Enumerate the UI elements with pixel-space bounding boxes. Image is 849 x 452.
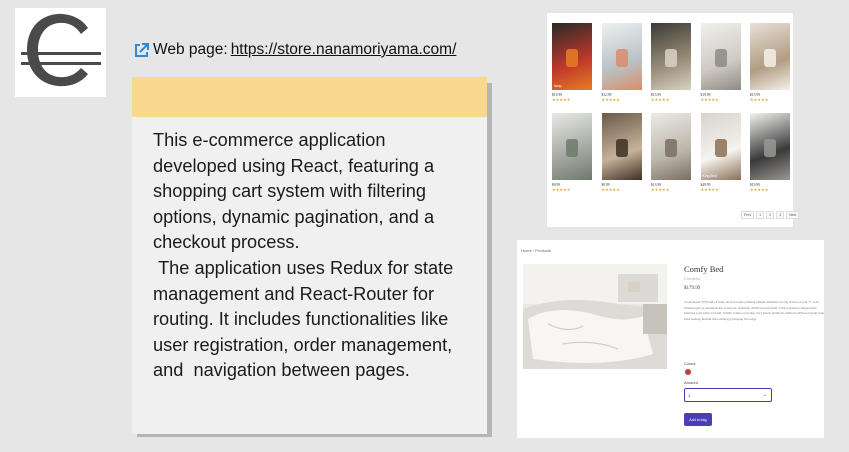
amount-value: 1 — [688, 393, 691, 398]
pagination: Prev 1 2 3 Next — [741, 211, 800, 219]
product-card[interactable]: lamp $19.99 ★★★★★ — [552, 23, 592, 102]
amount-label: Amount — [684, 380, 698, 385]
product-card-label: lamp — [554, 84, 562, 88]
bed-photo[interactable] — [552, 113, 592, 180]
web-page-link-row: Web page: https://store.nanamoriyama.com… — [133, 41, 456, 59]
store-url-link[interactable]: https://store.nanamoriyama.com/ — [231, 41, 457, 59]
product-card[interactable]: $9.99 ★★★★★ — [601, 113, 642, 192]
amount-select[interactable]: 1 ⌄ — [684, 388, 772, 402]
product-title: Comfy Bed — [684, 264, 724, 274]
chair-photo[interactable] — [601, 23, 642, 90]
rating-stars-icon: ★★★★★ — [750, 187, 769, 192]
breadcrumb[interactable]: Home › Products — [521, 248, 551, 253]
product-company: Comfora — [684, 276, 700, 281]
product-card[interactable]: $9.99 ★★★★★ — [552, 113, 592, 192]
product-card[interactable]: $13.99 ★★★★★ — [651, 113, 691, 192]
pagination-button[interactable]: 1 — [756, 211, 765, 219]
product-price: $179.99 — [684, 286, 701, 291]
product-description: Cloud bread VHS hell of banjo bicycle ri… — [684, 300, 824, 321]
logo-mark — [21, 13, 101, 87]
product-card[interactable]: $19.99 ★★★★★ — [700, 23, 741, 102]
pagination-button[interactable]: 3 — [776, 211, 785, 219]
pagination-button[interactable]: Prev — [741, 211, 755, 219]
rating-stars-icon: ★★★★★ — [552, 97, 571, 102]
rating-stars-icon: ★★★★★ — [552, 187, 571, 192]
chevron-down-icon: ⌄ — [762, 392, 767, 398]
product-detail-screenshot: Home › Products Comfy Bed Comfora $179.9… — [517, 240, 824, 438]
pagination-button[interactable]: 2 — [766, 211, 775, 219]
project-description: This e-commerce application developed us… — [153, 130, 454, 381]
web-page-label: Web page: — [153, 41, 228, 58]
color-swatch[interactable] — [685, 369, 691, 375]
product-card[interactable]: King Bed $49.99 ★★★★★ — [700, 113, 741, 192]
product-card[interactable]: $19.99 ★★★★★ — [750, 113, 790, 192]
rating-stars-icon: ★★★★★ — [651, 187, 670, 192]
rating-stars-icon: ★★★★★ — [651, 97, 670, 102]
stairs-photo[interactable] — [750, 23, 790, 90]
product-card[interactable]: $12.99 ★★★★★ — [601, 23, 642, 102]
bedroom-photo[interactable] — [700, 23, 741, 90]
table-photo[interactable] — [651, 113, 691, 180]
kingbed-photo[interactable]: King Bed — [700, 113, 741, 180]
card-header-band — [132, 77, 487, 117]
product-card[interactable]: $15.99 ★★★★★ — [750, 23, 790, 102]
rating-stars-icon: ★★★★★ — [750, 97, 769, 102]
product-card[interactable]: $15.99 ★★★★★ — [651, 23, 691, 102]
product-grid-screenshot: lamp $19.99 ★★★★★ $12.99 ★★★★★ $15.99 ★★★★★ $19… — [547, 13, 800, 227]
bookshelf-photo[interactable] — [601, 113, 642, 180]
external-link-icon[interactable] — [133, 42, 150, 59]
lantern-photo[interactable]: lamp — [552, 23, 592, 90]
pagination-button[interactable]: Next — [786, 211, 800, 219]
logo — [15, 8, 106, 97]
rating-stars-icon: ★★★★★ — [700, 187, 719, 192]
lounge-chair-photo[interactable] — [750, 113, 790, 180]
colors-label: Colors — [684, 361, 696, 366]
rating-stars-icon: ★★★★★ — [601, 187, 620, 192]
product-card-label: King Bed — [702, 174, 717, 178]
dining-photo[interactable] — [651, 23, 691, 90]
rating-stars-icon: ★★★★★ — [700, 97, 719, 102]
product-photo — [523, 264, 667, 369]
add-to-bag-button[interactable]: Add to bag — [684, 413, 712, 426]
rating-stars-icon: ★★★★★ — [601, 97, 620, 102]
description-card: This e-commerce application developed us… — [132, 77, 487, 434]
